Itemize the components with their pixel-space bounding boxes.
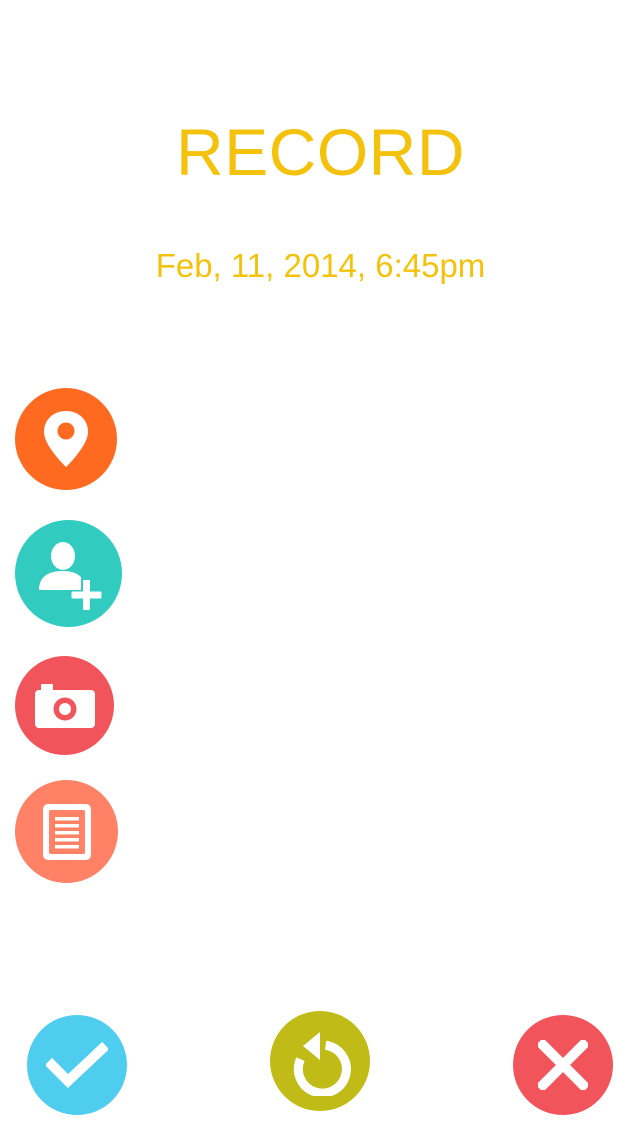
page-title: RECORD	[175, 115, 465, 189]
add-location-button[interactable]	[15, 388, 117, 490]
reset-button[interactable]	[270, 1011, 370, 1111]
add-person-button[interactable]	[15, 520, 122, 627]
cancel-button[interactable]	[513, 1015, 613, 1115]
checkmark-icon	[46, 1041, 108, 1088]
note-icon	[42, 803, 91, 860]
rotate-left-icon	[293, 1032, 351, 1096]
add-person-icon	[38, 541, 101, 610]
camera-icon	[34, 683, 95, 728]
close-icon	[538, 1040, 588, 1090]
map-pin-icon	[44, 411, 88, 467]
confirm-button[interactable]	[27, 1015, 127, 1115]
add-photo-button[interactable]	[15, 656, 114, 755]
record-timestamp: Feb, 11, 2014, 6:45pm	[155, 247, 486, 284]
add-note-button[interactable]	[15, 780, 118, 883]
